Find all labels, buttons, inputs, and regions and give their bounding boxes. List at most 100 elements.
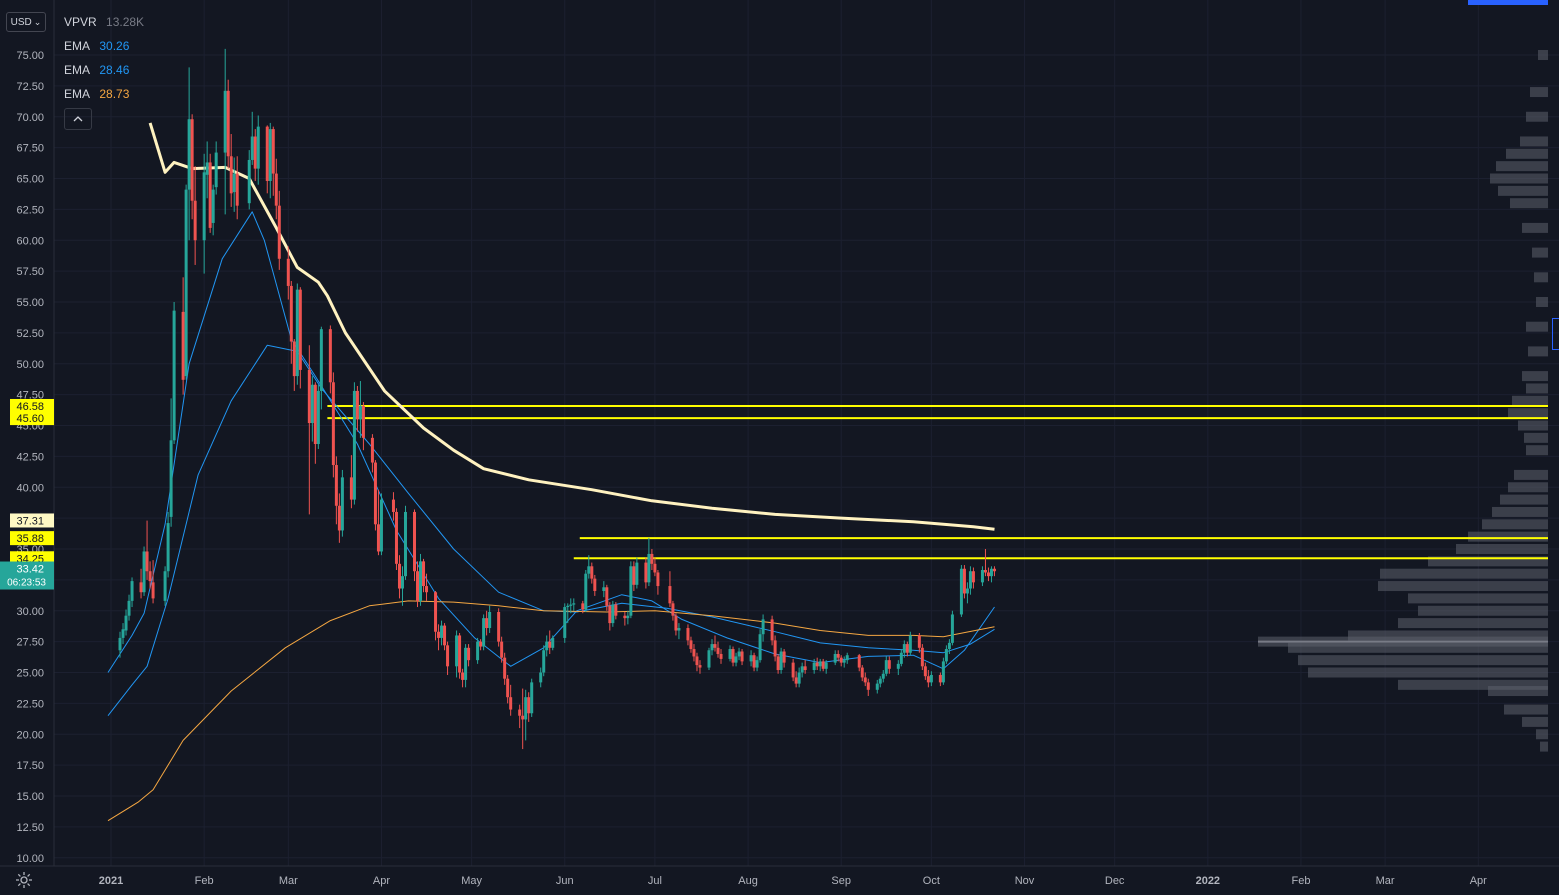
volume-profile-bar bbox=[1498, 185, 1548, 196]
candle-body bbox=[151, 582, 155, 599]
candle-body bbox=[776, 656, 780, 671]
candle-body bbox=[298, 289, 302, 370]
candle-body bbox=[950, 614, 954, 643]
candle bbox=[458, 632, 462, 679]
candle-body bbox=[980, 569, 984, 583]
candle-body bbox=[770, 619, 774, 641]
volume-profile-bar bbox=[1380, 568, 1548, 579]
volume-profile-bar bbox=[1526, 321, 1548, 332]
candle bbox=[707, 647, 711, 671]
candle bbox=[476, 637, 480, 664]
y-tick-label: 67.50 bbox=[16, 143, 44, 155]
x-tick-label: Apr bbox=[1470, 875, 1487, 887]
candle-body bbox=[256, 126, 260, 169]
y-tick-label: 15.00 bbox=[16, 791, 44, 803]
candle-body bbox=[521, 715, 525, 720]
candle-body bbox=[548, 641, 552, 648]
y-tick-label: 72.50 bbox=[16, 81, 44, 93]
candle-body bbox=[349, 477, 353, 500]
candle-body bbox=[403, 511, 407, 577]
legend-row-ema[interactable]: EMA 28.46 bbox=[64, 58, 144, 82]
candle-body bbox=[476, 641, 480, 661]
volume-profile-bar bbox=[1378, 581, 1548, 592]
candle-body bbox=[677, 628, 681, 631]
y-tick-label: 42.50 bbox=[16, 451, 44, 463]
candle-body bbox=[400, 576, 404, 589]
candle-body bbox=[941, 661, 945, 683]
candle-body bbox=[692, 649, 696, 657]
y-tick-label: 25.00 bbox=[16, 668, 44, 680]
volume-profile-bar bbox=[1456, 544, 1548, 554]
candle-body bbox=[674, 615, 678, 631]
legend-name: VPVR bbox=[64, 15, 97, 29]
candle-body bbox=[749, 655, 753, 662]
candle-body bbox=[391, 499, 395, 512]
candle bbox=[352, 382, 356, 505]
volume-profile-bar bbox=[1526, 445, 1548, 456]
candle-body bbox=[863, 677, 867, 683]
candle bbox=[563, 603, 567, 643]
volume-profile-bar bbox=[1398, 618, 1548, 629]
price-axis[interactable]: 75.00 72.50 70.00 67.50 65.00 62.50 60.00 57.50… bbox=[0, 0, 55, 866]
legend-row-ema[interactable]: EMA 28.73 bbox=[64, 82, 144, 106]
y-tick-label: 20.00 bbox=[16, 729, 44, 741]
candle-body bbox=[611, 604, 615, 624]
x-tick-label: 2022 bbox=[1196, 875, 1220, 887]
candle-body bbox=[121, 629, 125, 638]
volume-profile-bar bbox=[1518, 420, 1548, 431]
legend-row-vpvr[interactable]: VPVR 13.28K bbox=[64, 10, 144, 34]
volume-profile-bar bbox=[1526, 111, 1548, 122]
candle-body bbox=[307, 369, 311, 424]
candle-body bbox=[413, 511, 417, 572]
candle-body bbox=[319, 329, 323, 391]
candle-body bbox=[145, 551, 149, 572]
x-tick-label: Mar bbox=[279, 875, 298, 887]
collapse-legend-button[interactable] bbox=[64, 108, 92, 130]
volume-profile-bar bbox=[1532, 247, 1548, 258]
candle-body bbox=[130, 581, 134, 601]
candle-body bbox=[187, 119, 191, 190]
candle-body bbox=[962, 568, 966, 594]
settings-button[interactable] bbox=[14, 870, 34, 890]
currency-selector[interactable]: USD ⌄ bbox=[6, 12, 46, 32]
y-tick-label: 30.00 bbox=[16, 606, 44, 618]
candle-body bbox=[292, 341, 296, 377]
candle-body bbox=[211, 189, 215, 223]
active-pane-indicator bbox=[1468, 0, 1548, 5]
volume-profile-bar bbox=[1514, 469, 1548, 480]
candle-body bbox=[572, 603, 576, 605]
x-tick-label: Mar bbox=[1376, 875, 1395, 887]
candle-body bbox=[719, 653, 723, 659]
candle bbox=[482, 614, 486, 651]
legend-row-ema[interactable]: EMA 30.26 bbox=[64, 34, 144, 58]
legend-name: EMA bbox=[64, 87, 91, 101]
y-tick-label: 70.00 bbox=[16, 112, 44, 124]
candle bbox=[419, 553, 423, 606]
volume-profile-bar bbox=[1522, 371, 1548, 382]
candle-body bbox=[713, 644, 717, 648]
time-axis[interactable]: 2021 Feb Mar Apr May Jun Jul Aug Sep Oct Nov Dec 202… bbox=[0, 865, 1559, 892]
indicator-legend: VPVR 13.28K EMA 30.26 EMA 28.46 EMA 28.7… bbox=[64, 10, 144, 106]
x-tick-label: Dec bbox=[1105, 875, 1125, 887]
candle bbox=[172, 302, 176, 445]
candle-body bbox=[812, 662, 816, 671]
y-tick-label: 40.00 bbox=[16, 482, 44, 494]
candle-body bbox=[938, 674, 942, 683]
y-tick-label: 50.00 bbox=[16, 359, 44, 371]
candle-body bbox=[671, 603, 675, 616]
candle-body bbox=[310, 384, 314, 424]
volume-profile-poc bbox=[1258, 640, 1548, 643]
candle-body bbox=[710, 644, 714, 651]
candle-body bbox=[358, 405, 362, 420]
price-chart[interactable]: 75.00 72.50 70.00 67.50 65.00 62.50 60.00 57.50… bbox=[0, 0, 1559, 892]
candle-body bbox=[352, 390, 356, 500]
candle-body bbox=[755, 660, 759, 668]
legend-value: 30.26 bbox=[99, 39, 130, 53]
candle-body bbox=[614, 604, 618, 616]
volume-profile-bar bbox=[1510, 198, 1548, 209]
chevron-up-icon bbox=[73, 116, 83, 122]
right-panel-handle[interactable] bbox=[1552, 318, 1559, 350]
x-tick-label: Oct bbox=[923, 875, 940, 887]
volume-profile-bar bbox=[1526, 383, 1548, 394]
candle bbox=[497, 608, 501, 647]
